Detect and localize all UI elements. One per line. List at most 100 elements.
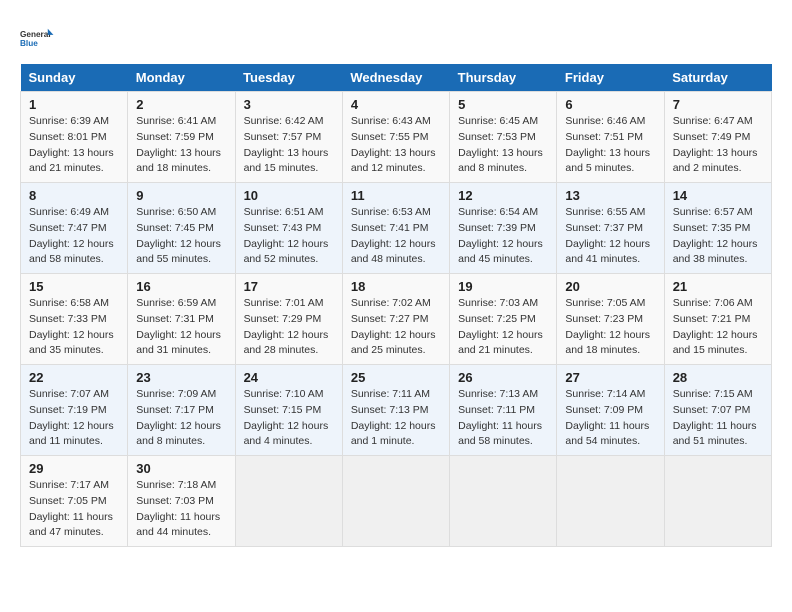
logo-icon: GeneralBlue (20, 20, 56, 56)
calendar-cell: 11Sunrise: 6:53 AMSunset: 7:41 PMDayligh… (342, 183, 449, 274)
calendar-cell: 6Sunrise: 6:46 AMSunset: 7:51 PMDaylight… (557, 92, 664, 183)
calendar-cell: 24Sunrise: 7:10 AMSunset: 7:15 PMDayligh… (235, 365, 342, 456)
day-number: 18 (351, 279, 441, 294)
day-info: Sunrise: 6:42 AMSunset: 7:57 PMDaylight:… (244, 114, 334, 177)
day-number: 20 (565, 279, 655, 294)
day-info: Sunrise: 6:49 AMSunset: 7:47 PMDaylight:… (29, 205, 119, 268)
calendar-cell: 9 Sunrise: 6:50 AMSunset: 7:45 PMDaylight… (128, 183, 235, 274)
day-info: Sunrise: 6:55 AMSunset: 7:37 PMDaylight:… (565, 205, 655, 268)
calendar-cell: 19 Sunrise: 7:03 AMSunset: 7:25 PMDayligh… (450, 274, 557, 365)
day-number: 6 (565, 97, 655, 112)
calendar-cell (664, 456, 771, 547)
day-number: 19 (458, 279, 548, 294)
calendar-cell: 23Sunrise: 7:09 AMSunset: 7:17 PMDayligh… (128, 365, 235, 456)
day-info: Sunrise: 7:13 AMSunset: 7:11 PMDaylight:… (458, 387, 548, 450)
calendar-table: Sunday Monday Tuesday Wednesday Thursday… (20, 64, 772, 547)
day-number: 16 (136, 279, 226, 294)
calendar-cell: 26 Sunrise: 7:13 AMSunset: 7:11 PMDayligh… (450, 365, 557, 456)
col-tuesday: Tuesday (235, 64, 342, 92)
calendar-header: Sunday Monday Tuesday Wednesday Thursday… (21, 64, 772, 92)
calendar-cell: 25Sunrise: 7:11 AMSunset: 7:13 PMDayligh… (342, 365, 449, 456)
day-info: Sunrise: 6:39 AMSunset: 8:01 PMDaylight:… (29, 114, 119, 177)
day-info: Sunrise: 7:17 AMSunset: 7:05 PMDaylight:… (29, 478, 119, 541)
day-info: Sunrise: 6:54 AMSunset: 7:39 PMDaylight:… (458, 205, 548, 268)
header-row: Sunday Monday Tuesday Wednesday Thursday… (21, 64, 772, 92)
day-info: Sunrise: 7:01 AMSunset: 7:29 PMDaylight:… (244, 296, 334, 359)
day-number: 3 (244, 97, 334, 112)
calendar-cell (450, 456, 557, 547)
col-sunday: Sunday (21, 64, 128, 92)
day-info: Sunrise: 6:43 AMSunset: 7:55 PMDaylight:… (351, 114, 441, 177)
day-info: Sunrise: 7:09 AMSunset: 7:17 PMDaylight:… (136, 387, 226, 450)
calendar-cell: 10 Sunrise: 6:51 AMSunset: 7:43 PMDayligh… (235, 183, 342, 274)
calendar-cell: 3 Sunrise: 6:42 AMSunset: 7:57 PMDaylight… (235, 92, 342, 183)
week-row-5: 29 Sunrise: 7:17 AMSunset: 7:05 PMDayligh… (21, 456, 772, 547)
day-info: Sunrise: 7:18 AMSunset: 7:03 PMDaylight:… (136, 478, 226, 541)
calendar-cell: 28Sunrise: 7:15 AMSunset: 7:07 PMDayligh… (664, 365, 771, 456)
day-number: 5 (458, 97, 548, 112)
day-number: 29 (29, 461, 119, 476)
calendar-cell: 16 Sunrise: 6:59 AMSunset: 7:31 PMDayligh… (128, 274, 235, 365)
day-info: Sunrise: 6:45 AMSunset: 7:53 PMDaylight:… (458, 114, 548, 177)
day-info: Sunrise: 7:05 AMSunset: 7:23 PMDaylight:… (565, 296, 655, 359)
week-row-2: 8Sunrise: 6:49 AMSunset: 7:47 PMDaylight… (21, 183, 772, 274)
day-number: 10 (244, 188, 334, 203)
calendar-cell (557, 456, 664, 547)
day-number: 2 (136, 97, 226, 112)
day-number: 30 (136, 461, 226, 476)
calendar-cell: 20 Sunrise: 7:05 AMSunset: 7:23 PMDayligh… (557, 274, 664, 365)
calendar-cell: 14 Sunrise: 6:57 AMSunset: 7:35 PMDayligh… (664, 183, 771, 274)
day-number: 26 (458, 370, 548, 385)
calendar-cell: 5 Sunrise: 6:45 AMSunset: 7:53 PMDaylight… (450, 92, 557, 183)
week-row-4: 22Sunrise: 7:07 AMSunset: 7:19 PMDayligh… (21, 365, 772, 456)
col-thursday: Thursday (450, 64, 557, 92)
col-wednesday: Wednesday (342, 64, 449, 92)
page-header: GeneralBlue (20, 20, 772, 56)
day-number: 15 (29, 279, 119, 294)
calendar-body: 1 Sunrise: 6:39 AMSunset: 8:01 PMDaylight… (21, 92, 772, 547)
day-info: Sunrise: 6:59 AMSunset: 7:31 PMDaylight:… (136, 296, 226, 359)
week-row-3: 15Sunrise: 6:58 AMSunset: 7:33 PMDayligh… (21, 274, 772, 365)
day-number: 9 (136, 188, 226, 203)
calendar-cell: 13 Sunrise: 6:55 AMSunset: 7:37 PMDayligh… (557, 183, 664, 274)
day-number: 1 (29, 97, 119, 112)
svg-text:General: General (20, 30, 51, 39)
day-info: Sunrise: 6:57 AMSunset: 7:35 PMDaylight:… (673, 205, 763, 268)
calendar-cell: 4 Sunrise: 6:43 AMSunset: 7:55 PMDaylight… (342, 92, 449, 183)
day-number: 22 (29, 370, 119, 385)
col-friday: Friday (557, 64, 664, 92)
calendar-cell: 22Sunrise: 7:07 AMSunset: 7:19 PMDayligh… (21, 365, 128, 456)
day-info: Sunrise: 7:06 AMSunset: 7:21 PMDaylight:… (673, 296, 763, 359)
svg-text:Blue: Blue (20, 39, 38, 48)
day-info: Sunrise: 6:41 AMSunset: 7:59 PMDaylight:… (136, 114, 226, 177)
calendar-cell: 29 Sunrise: 7:17 AMSunset: 7:05 PMDayligh… (21, 456, 128, 547)
day-number: 12 (458, 188, 548, 203)
day-info: Sunrise: 7:11 AMSunset: 7:13 PMDaylight:… (351, 387, 441, 450)
week-row-1: 1 Sunrise: 6:39 AMSunset: 8:01 PMDaylight… (21, 92, 772, 183)
calendar-cell: 7 Sunrise: 6:47 AMSunset: 7:49 PMDaylight… (664, 92, 771, 183)
calendar-cell (342, 456, 449, 547)
day-info: Sunrise: 6:47 AMSunset: 7:49 PMDaylight:… (673, 114, 763, 177)
calendar-cell: 30 Sunrise: 7:18 AMSunset: 7:03 PMDayligh… (128, 456, 235, 547)
logo: GeneralBlue (20, 20, 56, 56)
day-info: Sunrise: 6:51 AMSunset: 7:43 PMDaylight:… (244, 205, 334, 268)
calendar-cell: 12 Sunrise: 6:54 AMSunset: 7:39 PMDayligh… (450, 183, 557, 274)
calendar-cell (235, 456, 342, 547)
day-number: 13 (565, 188, 655, 203)
day-info: Sunrise: 6:50 AMSunset: 7:45 PMDaylight:… (136, 205, 226, 268)
day-number: 4 (351, 97, 441, 112)
day-number: 11 (351, 188, 441, 203)
calendar-cell: 1 Sunrise: 6:39 AMSunset: 8:01 PMDaylight… (21, 92, 128, 183)
calendar-cell: 17 Sunrise: 7:01 AMSunset: 7:29 PMDayligh… (235, 274, 342, 365)
day-number: 14 (673, 188, 763, 203)
calendar-cell: 18 Sunrise: 7:02 AMSunset: 7:27 PMDayligh… (342, 274, 449, 365)
day-info: Sunrise: 7:02 AMSunset: 7:27 PMDaylight:… (351, 296, 441, 359)
day-info: Sunrise: 7:10 AMSunset: 7:15 PMDaylight:… (244, 387, 334, 450)
day-info: Sunrise: 7:03 AMSunset: 7:25 PMDaylight:… (458, 296, 548, 359)
col-monday: Monday (128, 64, 235, 92)
calendar-cell: 2 Sunrise: 6:41 AMSunset: 7:59 PMDaylight… (128, 92, 235, 183)
calendar-cell: 15Sunrise: 6:58 AMSunset: 7:33 PMDayligh… (21, 274, 128, 365)
day-number: 17 (244, 279, 334, 294)
day-number: 7 (673, 97, 763, 112)
col-saturday: Saturday (664, 64, 771, 92)
